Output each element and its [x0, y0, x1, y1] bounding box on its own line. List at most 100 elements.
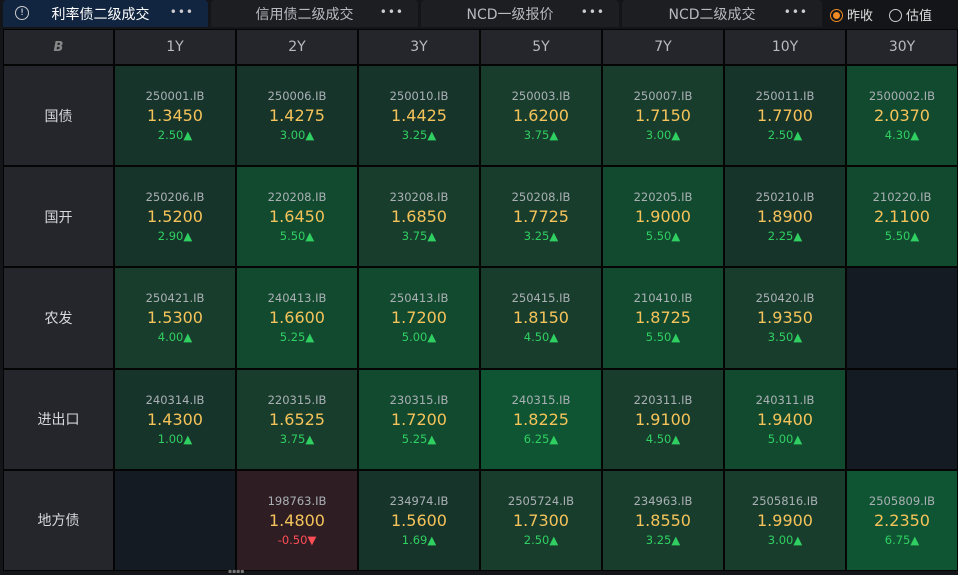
- tab-credit-secondary[interactable]: 信用债二级成交 •••: [211, 0, 418, 27]
- info-icon[interactable]: !: [15, 6, 29, 20]
- bond-cell[interactable]: 250011.IB 1.7700 2.50▲: [725, 66, 845, 166]
- yield-change: 6.25▲: [523, 431, 559, 446]
- bond-cell[interactable]: 250420.IB 1.9350 3.50▲: [725, 268, 845, 368]
- yield-change: 1.69▲: [401, 532, 437, 547]
- empty-cell: [115, 470, 235, 570]
- bond-cell[interactable]: 220311.IB 1.9100 4.50▲: [603, 369, 723, 469]
- bond-cell[interactable]: 250001.IB 1.3450 2.50▲: [115, 66, 235, 166]
- yield-change: 3.00▲: [767, 532, 803, 547]
- bond-cell[interactable]: 234974.IB 1.5600 1.69▲: [359, 470, 479, 570]
- bond-yield: 1.7725: [513, 207, 569, 227]
- bond-code: 250413.IB: [389, 291, 449, 306]
- bond-code: 2505724.IB: [507, 493, 575, 508]
- bond-cell[interactable]: 250206.IB 1.5200 2.90▲: [115, 167, 235, 267]
- bond-cell[interactable]: 210220.IB 2.1100 5.50▲: [847, 167, 957, 267]
- bond-code: 2505816.IB: [751, 493, 819, 508]
- bond-yield: 1.6525: [269, 409, 325, 429]
- radio-valuation[interactable]: 估值: [889, 5, 932, 24]
- bond-yield: 1.9900: [757, 510, 813, 530]
- bond-code: 210220.IB: [872, 190, 932, 205]
- bond-cell[interactable]: 210410.IB 1.8725 5.50▲: [603, 268, 723, 368]
- bond-code: 240413.IB: [267, 291, 327, 306]
- bond-code: 250007.IB: [633, 89, 693, 104]
- column-header-30Y[interactable]: 30Y: [847, 30, 957, 64]
- bond-cell[interactable]: 2505724.IB 1.7300 2.50▲: [481, 470, 601, 570]
- bond-cell[interactable]: 250007.IB 1.7150 3.00▲: [603, 66, 723, 166]
- bond-code: 250003.IB: [511, 89, 571, 104]
- bond-yield: 2.1100: [874, 207, 930, 227]
- bond-cell[interactable]: 250413.IB 1.7200 5.00▲: [359, 268, 479, 368]
- bond-code: 250001.IB: [145, 89, 205, 104]
- yield-change: 5.00▲: [401, 330, 437, 345]
- bond-cell[interactable]: 250415.IB 1.8150 4.50▲: [481, 268, 601, 368]
- tab-rates-secondary[interactable]: ! 利率债二级成交 •••: [3, 0, 208, 27]
- row-label: 农发: [4, 268, 113, 368]
- bond-yield: 1.5200: [147, 207, 203, 227]
- resize-handle[interactable]: ▪▪▪▪: [228, 568, 244, 575]
- bond-yield: 1.4425: [391, 106, 447, 126]
- yield-change: -0.50▼: [277, 532, 317, 547]
- bond-yield: 1.7200: [391, 308, 447, 328]
- bond-yield: 1.7150: [635, 106, 691, 126]
- yield-change: 5.50▲: [884, 229, 920, 244]
- bond-code: 240311.IB: [755, 392, 815, 407]
- bond-cell[interactable]: 220315.IB 1.6525 3.75▲: [237, 369, 357, 469]
- radio-selected-icon: [830, 8, 843, 22]
- bond-cell[interactable]: 250421.IB 1.5300 4.00▲: [115, 268, 235, 368]
- bond-yield: 1.6200: [513, 106, 569, 126]
- bond-cell[interactable]: 220205.IB 1.9000 5.50▲: [603, 167, 723, 267]
- bond-cell[interactable]: 250210.IB 1.8900 2.25▲: [725, 167, 845, 267]
- bond-code: 198763.IB: [267, 493, 327, 508]
- tab-ncd-primary[interactable]: NCD一级报价 •••: [421, 0, 619, 27]
- bond-cell[interactable]: 250010.IB 1.4425 3.25▲: [359, 66, 479, 166]
- bond-yield: 1.7300: [513, 510, 569, 530]
- yield-change: 2.25▲: [767, 229, 803, 244]
- bond-cell[interactable]: 250003.IB 1.6200 3.75▲: [481, 66, 601, 166]
- bond-cell[interactable]: 240311.IB 1.9400 5.00▲: [725, 369, 845, 469]
- bond-cell[interactable]: 220208.IB 1.6450 5.50▲: [237, 167, 357, 267]
- more-icon[interactable]: •••: [380, 5, 404, 19]
- bond-cell[interactable]: 2505809.IB 2.2350 6.75▲: [847, 470, 957, 570]
- more-icon[interactable]: •••: [784, 5, 808, 19]
- bond-code: 250415.IB: [511, 291, 571, 306]
- bond-yield: 1.9350: [757, 308, 813, 328]
- bond-yield: 1.8900: [757, 207, 813, 227]
- bond-cell[interactable]: 2500002.IB 2.0370 4.30▲: [847, 66, 957, 166]
- bond-code: 250011.IB: [755, 89, 815, 104]
- column-header-3Y[interactable]: 3Y: [359, 30, 479, 64]
- bond-cell[interactable]: 240413.IB 1.6600 5.25▲: [237, 268, 357, 368]
- row-label: 地方债: [4, 470, 113, 570]
- more-icon[interactable]: •••: [170, 5, 194, 19]
- bond-code: 250210.IB: [755, 190, 815, 205]
- bond-code: 250010.IB: [389, 89, 449, 104]
- bond-yield: 1.8225: [513, 409, 569, 429]
- tab-ncd-secondary[interactable]: NCD二级成交 •••: [622, 0, 822, 27]
- row-label: 国债: [4, 66, 113, 166]
- bond-cell[interactable]: 2505816.IB 1.9900 3.00▲: [725, 470, 845, 570]
- yield-change: 3.25▲: [523, 229, 559, 244]
- column-header-10Y[interactable]: 10Y: [725, 30, 845, 64]
- bond-yield: 1.8150: [513, 308, 569, 328]
- price-basis-radio-group: 昨收 估值: [830, 0, 932, 28]
- column-header-7Y[interactable]: 7Y: [603, 30, 723, 64]
- tab-label: NCD二级成交: [668, 6, 756, 23]
- bond-cell[interactable]: 250006.IB 1.4275 3.00▲: [237, 66, 357, 166]
- bond-cell[interactable]: 198763.IB 1.4800 -0.50▼: [237, 470, 357, 570]
- empty-cell: [847, 369, 957, 469]
- bond-cell[interactable]: 240315.IB 1.8225 6.25▲: [481, 369, 601, 469]
- bond-cell[interactable]: 240314.IB 1.4300 1.00▲: [115, 369, 235, 469]
- bond-cell[interactable]: 250208.IB 1.7725 3.25▲: [481, 167, 601, 267]
- row-label: 国开: [4, 167, 113, 267]
- column-header-2Y[interactable]: 2Y: [237, 30, 357, 64]
- bond-cell[interactable]: 230208.IB 1.6850 3.75▲: [359, 167, 479, 267]
- tab-bar: ! 利率债二级成交 ••• 信用债二级成交 ••• NCD一级报价 ••• NC…: [0, 0, 958, 28]
- column-header-1Y[interactable]: 1Y: [115, 30, 235, 64]
- radio-prev-close[interactable]: 昨收: [830, 5, 873, 24]
- yield-change: 6.75▲: [884, 532, 920, 547]
- more-icon[interactable]: •••: [581, 5, 605, 19]
- column-header-5Y[interactable]: 5Y: [481, 30, 601, 64]
- bond-cell[interactable]: 234963.IB 1.8550 3.25▲: [603, 470, 723, 570]
- bond-cell[interactable]: 230315.IB 1.7200 5.25▲: [359, 369, 479, 469]
- yield-matrix: B 1Y 2Y 3Y 5Y 7Y 10Y 30Y 国债 250001.IB 1.3450 2.50▲…: [3, 29, 958, 571]
- bond-code: 2500002.IB: [868, 89, 936, 104]
